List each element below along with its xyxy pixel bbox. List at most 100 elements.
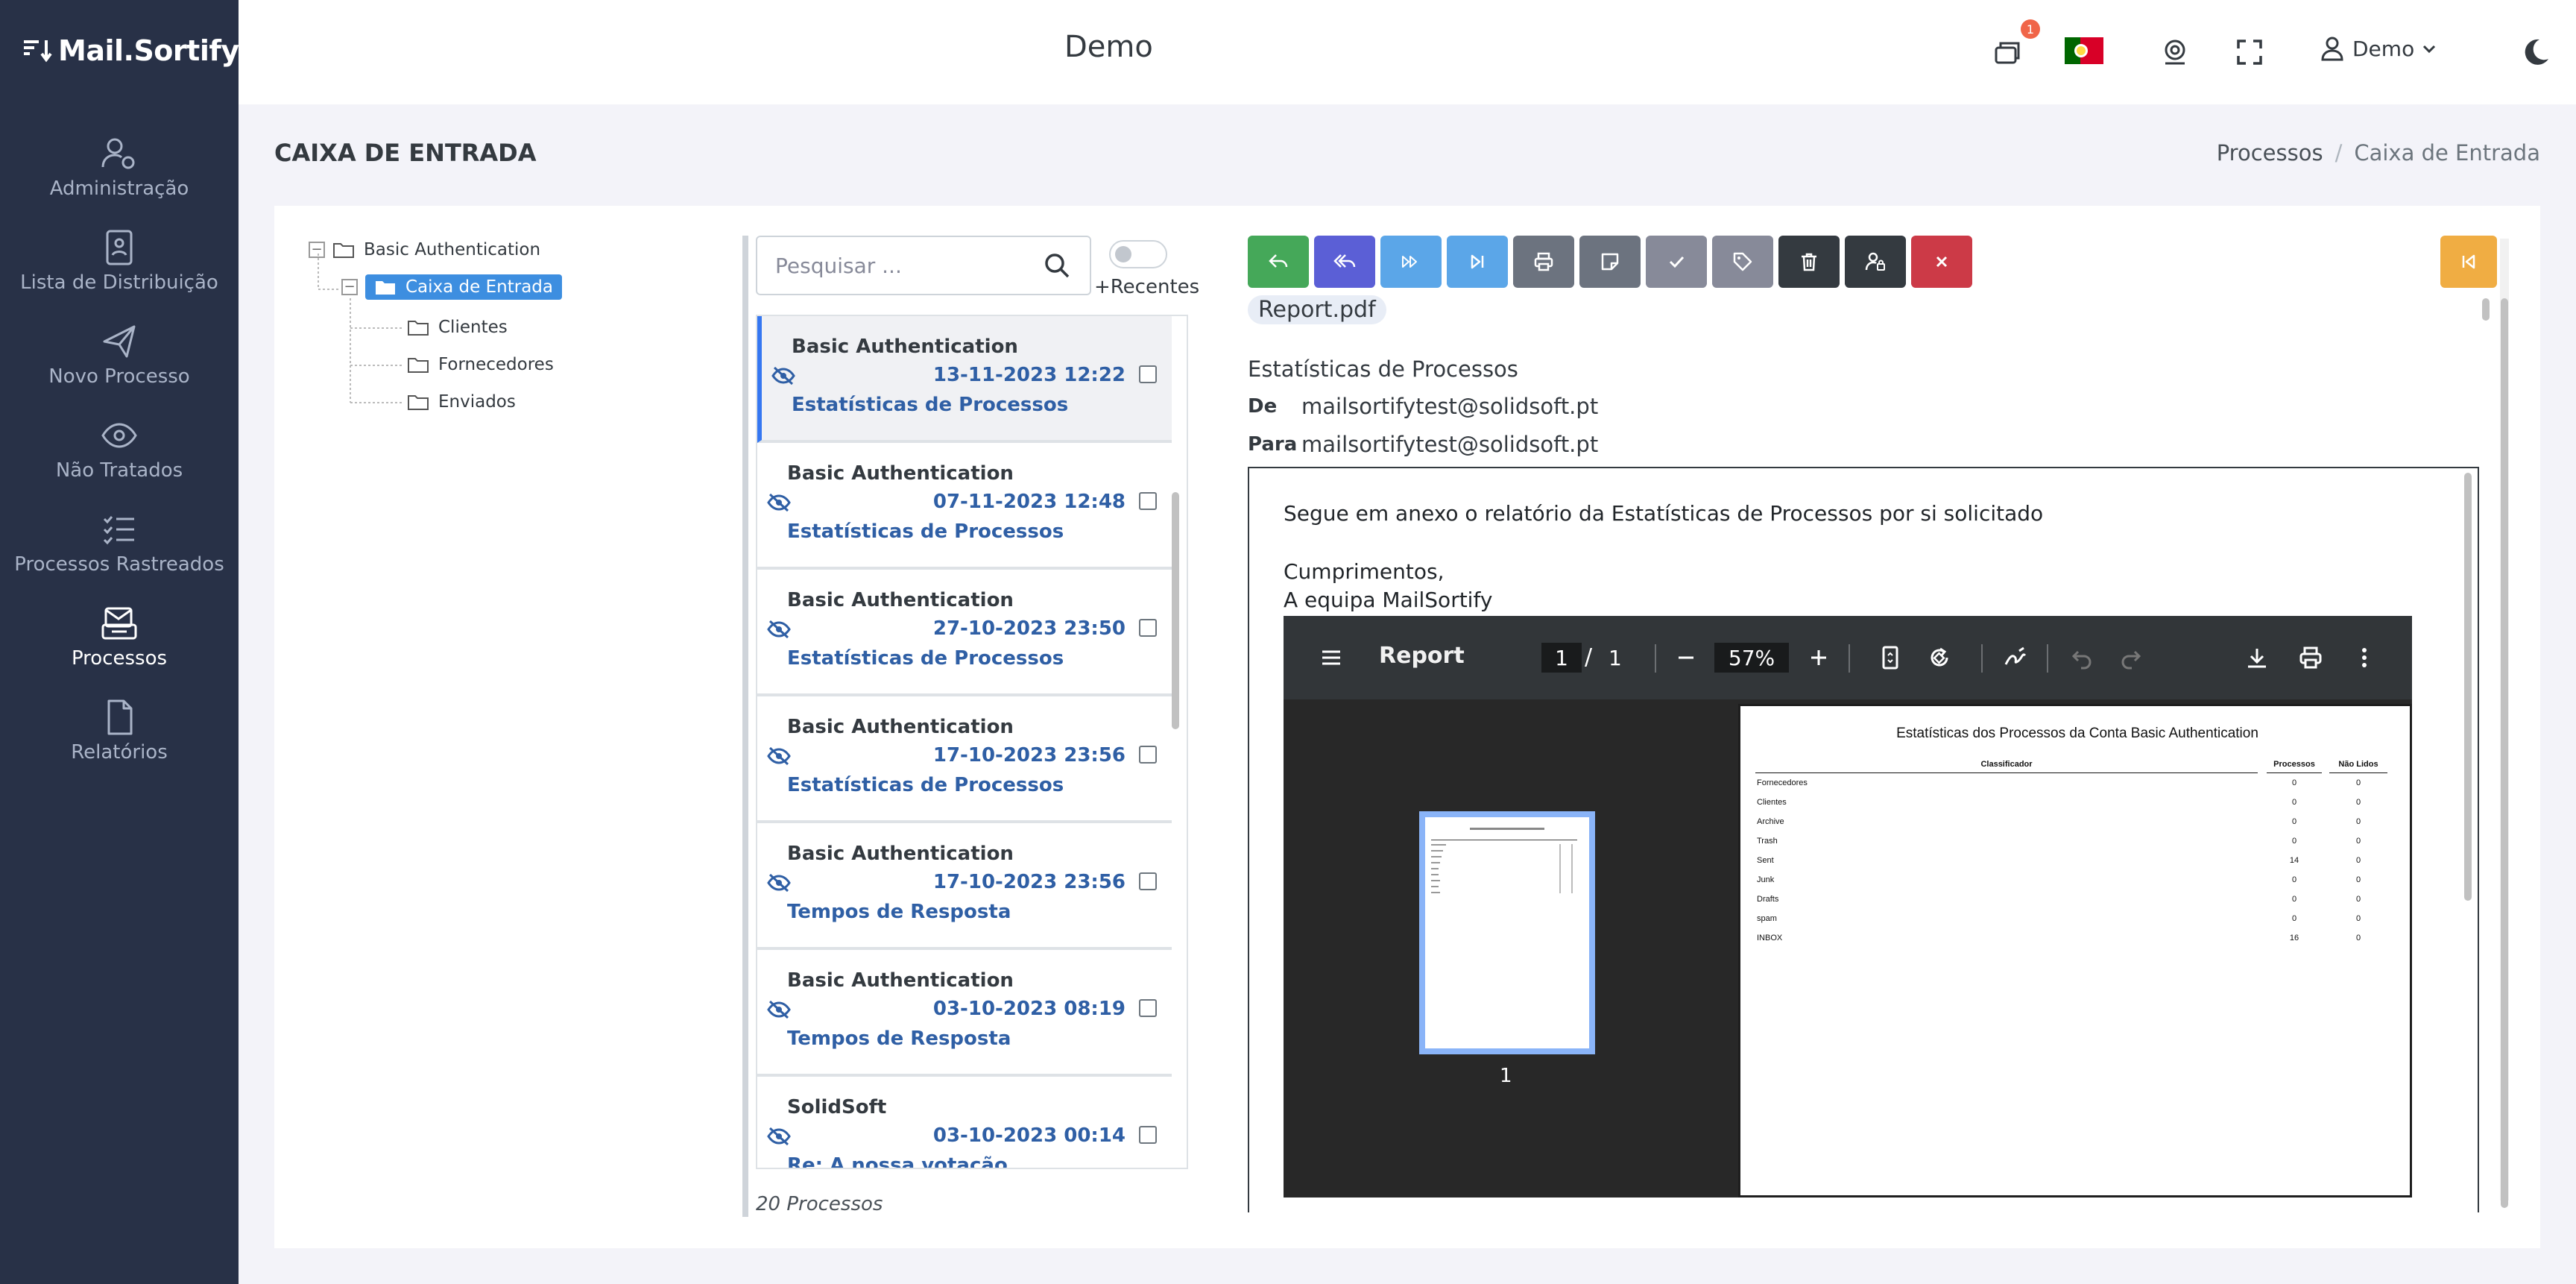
message-checkbox[interactable] <box>1139 872 1157 890</box>
attachment-scrollbar[interactable] <box>2482 298 2490 321</box>
zoom-in-icon[interactable] <box>1804 643 1834 673</box>
page-thumbnail[interactable] <box>1419 811 1595 1054</box>
recent-toggle[interactable] <box>1109 240 1167 268</box>
annotate-icon[interactable] <box>2001 643 2030 673</box>
zoom-input[interactable]: 57% <box>1714 643 1789 673</box>
dark-mode-icon[interactable] <box>2516 33 2555 72</box>
print-button[interactable] <box>1513 236 1574 288</box>
cell-processos: 0 <box>2291 817 2297 826</box>
cell-processos: 0 <box>2291 778 2297 787</box>
user-name: Demo <box>2352 36 2415 61</box>
download-icon[interactable] <box>2242 643 2272 673</box>
search-input[interactable]: Pesquisar ... <box>756 236 1091 295</box>
sidebar-item-processos[interactable]: Processos <box>0 602 239 685</box>
breadcrumb-processos[interactable]: Processos <box>2217 140 2323 166</box>
report-table-header: Classificador Processos Não Lidos <box>1755 760 2401 773</box>
more-options-icon[interactable] <box>2349 643 2379 673</box>
message-checkbox[interactable] <box>1139 1126 1157 1144</box>
message-item[interactable]: Basic Authentication 27-10-2023 23:50 Es… <box>757 570 1172 696</box>
message-checkbox[interactable] <box>1139 492 1157 510</box>
sidebar-item-administracao[interactable]: Administração <box>0 133 239 215</box>
thumbnail-pane: 1 <box>1284 699 1734 1198</box>
cell-nao-lidos: 0 <box>2355 914 2361 923</box>
sidebar-item-novo-processo[interactable]: Novo Processo <box>0 321 239 403</box>
menu-icon[interactable] <box>1316 643 1346 673</box>
message-date: 13-11-2023 12:22 <box>932 364 1126 386</box>
message-item[interactable]: Basic Authentication 17-10-2023 23:56 Es… <box>757 696 1172 823</box>
message-item[interactable]: Basic Authentication 17-10-2023 23:56 Te… <box>757 823 1172 950</box>
folder-icon <box>333 243 354 258</box>
search-placeholder: Pesquisar ... <box>775 253 902 278</box>
mark-done-button[interactable] <box>1646 236 1707 288</box>
page-number-input[interactable]: 1 <box>1541 643 1582 673</box>
cell-processos: 0 <box>2291 895 2297 904</box>
redo-icon[interactable] <box>2115 643 2145 673</box>
portugal-flag-icon[interactable] <box>2065 37 2103 64</box>
tree-node-enviados[interactable]: Enviados <box>407 392 516 412</box>
delete-button[interactable] <box>1778 236 1840 288</box>
zoom-out-icon[interactable] <box>1671 643 1701 673</box>
next-button[interactable] <box>1447 236 1508 288</box>
message-checkbox[interactable] <box>1139 365 1157 383</box>
undo-icon[interactable] <box>2068 643 2097 673</box>
user-menu[interactable]: Demo <box>2318 34 2438 63</box>
search-icon[interactable] <box>1042 251 1072 280</box>
tree-node-clientes[interactable]: Clientes <box>407 318 508 337</box>
windows-icon[interactable] <box>1989 33 2027 72</box>
toolbar-divider <box>1981 644 1983 673</box>
tag-button[interactable] <box>1712 236 1773 288</box>
message-item[interactable]: Basic Authentication 03-10-2023 08:19 Te… <box>757 950 1172 1077</box>
message-item[interactable]: Basic Authentication 13-11-2023 12:22 Es… <box>757 316 1172 443</box>
header-title: Demo <box>1064 30 1153 64</box>
first-message-button[interactable] <box>2440 236 2497 288</box>
collapse-toggle[interactable]: − <box>341 279 358 295</box>
column-header: Classificador <box>1755 760 2258 773</box>
note-button[interactable] <box>1579 236 1641 288</box>
message-item[interactable]: Basic Authentication 07-11-2023 12:48 Es… <box>757 443 1172 570</box>
mail-body-scrollbar[interactable] <box>2464 473 2472 901</box>
message-from: Basic Authentication <box>787 462 1014 485</box>
sidebar-item-label: Lista de Distribuição <box>20 271 218 294</box>
app-logo[interactable]: Mail.Sortify <box>21 31 239 70</box>
list-scrollbar[interactable] <box>1172 492 1179 729</box>
sidebar-item-nao-tratados[interactable]: Não Tratados <box>0 415 239 497</box>
selected-folder[interactable]: Caixa de Entrada <box>365 274 562 300</box>
reading-pane-scrollbar[interactable] <box>2500 239 2509 1208</box>
pdf-print-icon[interactable] <box>2296 643 2326 673</box>
reply-button[interactable] <box>1248 236 1309 288</box>
tree-node-fornecedores[interactable]: Fornecedores <box>407 355 554 374</box>
sidebar-item-processos-rastreados[interactable]: Processos Rastreados <box>0 509 239 591</box>
thumbnail-page-number: 1 <box>1500 1065 1512 1087</box>
collapse-toggle[interactable]: − <box>309 242 325 258</box>
eye-slash-icon <box>771 366 795 385</box>
message-subject: Tempos de Resposta <box>787 1027 1011 1050</box>
forward-button[interactable] <box>1380 236 1442 288</box>
close-button[interactable] <box>1911 236 1972 288</box>
message-checkbox[interactable] <box>1139 619 1157 637</box>
rotate-icon[interactable] <box>1925 643 1954 673</box>
message-checkbox[interactable] <box>1139 746 1157 764</box>
message-item[interactable]: SolidSoft 03-10-2023 00:14 Re: A nossa v… <box>757 1077 1172 1168</box>
tree-node-caixa-entrada[interactable]: − Caixa de Entrada <box>341 274 562 300</box>
eye-slash-icon <box>767 873 791 893</box>
message-checkbox[interactable] <box>1139 999 1157 1017</box>
pdf-toolbar: Report 1 / 1 57% <box>1284 616 2412 699</box>
attachment-chip[interactable]: Report.pdf <box>1248 295 1386 324</box>
fullscreen-icon[interactable] <box>2230 33 2269 72</box>
support-icon[interactable] <box>2156 33 2194 72</box>
page-separator: / <box>1585 644 1593 670</box>
fit-page-icon[interactable] <box>1875 643 1905 673</box>
user-icon <box>2321 37 2343 61</box>
eye-slash-icon <box>767 1000 791 1019</box>
mail-body-line: Segue em anexo o relatório da Estatístic… <box>1284 501 2044 526</box>
reply-all-button[interactable] <box>1314 236 1375 288</box>
tree-node-basic-authentication[interactable]: − Basic Authentication <box>309 240 540 259</box>
list-resize-handle[interactable] <box>742 236 748 1217</box>
sidebar-item-lista-distribuicao[interactable]: Lista de Distribuição <box>0 227 239 309</box>
assign-user-button[interactable] <box>1845 236 1906 288</box>
cell-classificador: Drafts <box>1757 895 1779 904</box>
folder-icon <box>408 395 429 410</box>
sidebar-item-relatorios[interactable]: Relatórios <box>0 696 239 778</box>
list-check-icon <box>103 516 134 545</box>
cell-processos: 0 <box>2291 798 2297 807</box>
